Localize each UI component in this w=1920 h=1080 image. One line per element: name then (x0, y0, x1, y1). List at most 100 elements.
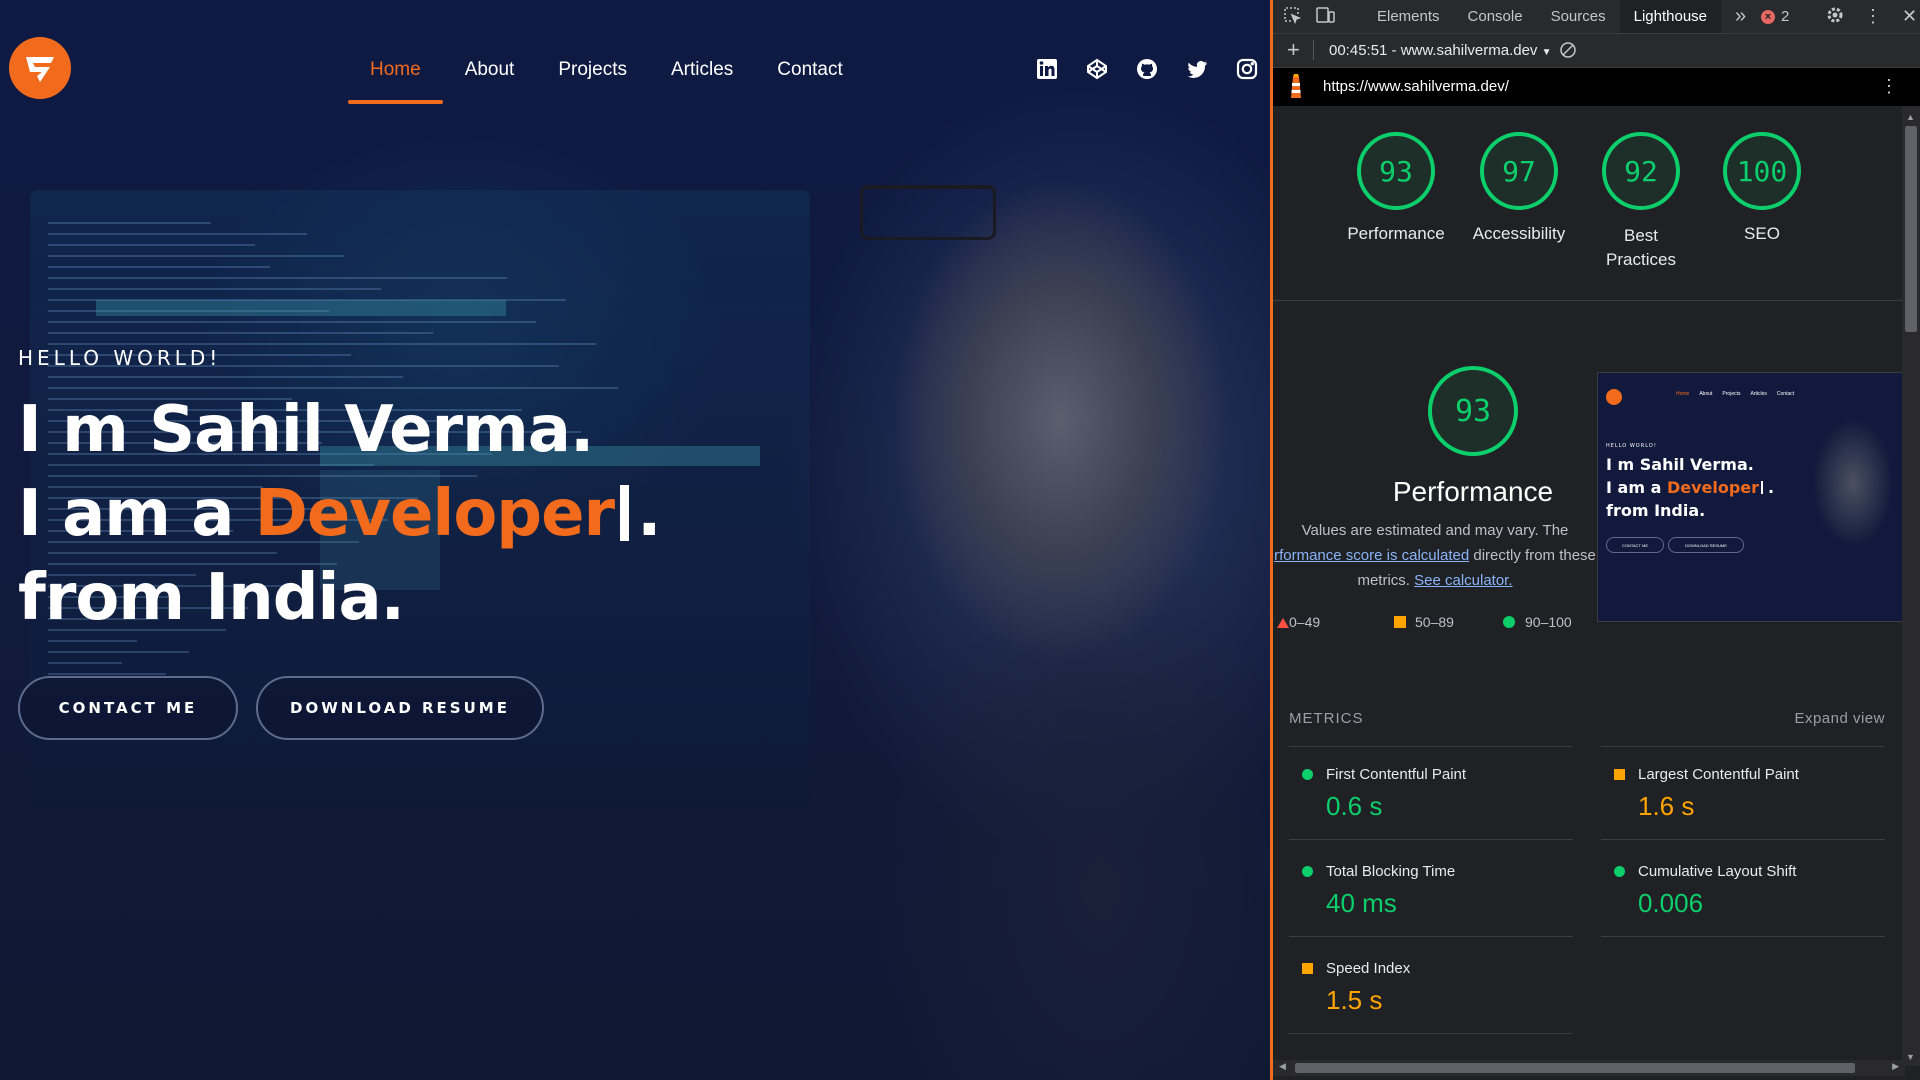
site-logo[interactable] (9, 37, 71, 99)
tab-console[interactable]: Console (1454, 0, 1537, 33)
gauge-best-practices[interactable]: 92 Best Practices (1591, 132, 1691, 272)
nav-contact[interactable]: Contact (755, 58, 864, 104)
legend-average: 50–89 (1415, 614, 1454, 630)
more-options-icon[interactable]: ⋮ (1864, 6, 1882, 27)
scrollbar-thumb[interactable] (1295, 1063, 1855, 1073)
inspect-element-icon[interactable] (1283, 6, 1302, 28)
thumb-nav-item: About (1699, 391, 1713, 397)
thumb-nav-item: Contact (1776, 391, 1795, 397)
metric-total-blocking-time: Total Blocking Time 40 ms (1289, 863, 1573, 937)
code-highlight (96, 300, 506, 316)
performance-description: Values are estimated and may vary. The r… (1273, 518, 1597, 593)
thumb-logo (1606, 389, 1622, 405)
hero-line-name: I m Sahil Verma. (18, 393, 594, 467)
scroll-up-icon[interactable]: ▲ (1906, 112, 1915, 122)
thumb-nav: Home About Projects Articles Contact (1676, 391, 1794, 397)
thumb-button: CONTACT ME (1606, 537, 1664, 553)
more-tabs-icon[interactable]: » (1721, 0, 1760, 33)
hero-photo-glasses (860, 185, 996, 240)
performance-detail: 93 Performance (1373, 366, 1573, 508)
pass-status-icon (1302, 866, 1313, 877)
thumb-accent: Developer (1666, 478, 1760, 497)
thumb-cursor (1761, 481, 1764, 494)
score-ring: 93 (1357, 132, 1435, 210)
legend-fail: 0–49 (1289, 614, 1321, 630)
legend-average-icon (1394, 616, 1406, 628)
metric-cumulative-layout-shift: Cumulative Layout Shift 0.006 (1601, 863, 1885, 937)
settings-gear-icon[interactable] (1826, 6, 1844, 28)
legend-pass-icon (1503, 616, 1515, 628)
performance-title: Performance (1392, 476, 1554, 507)
horizontal-scrollbar[interactable]: ◀ ▶ (1273, 1060, 1905, 1076)
scroll-right-icon[interactable]: ▶ (1892, 1061, 1899, 1072)
gauge-label: Performance (1347, 224, 1445, 243)
device-toolbar-icon[interactable] (1315, 6, 1335, 28)
score-ring: 92 (1602, 132, 1680, 210)
metric-first-contentful-paint: First Contentful Paint 0.6 s (1289, 766, 1573, 840)
score-calculated-link[interactable]: rformance score is calculated (1274, 547, 1469, 564)
description-line: metrics. (1357, 572, 1415, 589)
legend-pass: 90–100 (1525, 614, 1572, 630)
nav-articles[interactable]: Articles (649, 58, 755, 104)
codepen-icon[interactable] (1085, 57, 1109, 81)
divider (1289, 746, 1573, 747)
average-status-icon (1302, 963, 1313, 974)
divider (1273, 300, 1905, 301)
scrollbar-thumb[interactable] (1905, 126, 1917, 332)
vertical-scrollbar[interactable]: ▲ ▼ (1902, 106, 1920, 1066)
average-status-icon (1614, 769, 1625, 780)
close-icon[interactable]: ✕ (1902, 6, 1917, 27)
gauge-label: Best Practices (1606, 226, 1676, 269)
contact-me-button[interactable]: CONTACT ME (18, 676, 238, 740)
twitter-icon[interactable] (1185, 57, 1209, 81)
lighthouse-report: 93 Performance 97 Accessibility 92 Best … (1273, 106, 1905, 1066)
scroll-down-icon[interactable]: ▼ (1906, 1052, 1915, 1062)
thumb-nav-item: Projects (1722, 391, 1741, 397)
tab-elements[interactable]: Elements (1363, 0, 1454, 33)
tab-lighthouse[interactable]: Lighthouse (1619, 0, 1722, 33)
metric-value: 1.6 s (1638, 791, 1695, 821)
gauge-performance[interactable]: 93 Performance (1341, 132, 1451, 244)
gauge-accessibility[interactable]: 97 Accessibility (1454, 132, 1584, 244)
metrics-title: METRICS (1289, 710, 1364, 727)
hero-role-prefix: I am a (18, 477, 255, 551)
gauge-seo[interactable]: 100 SEO (1712, 132, 1812, 244)
score-ring: 97 (1480, 132, 1558, 210)
nav-about[interactable]: About (443, 58, 537, 104)
metric-value: 0.6 s (1326, 791, 1383, 821)
website-viewport: Home About Projects Articles Contact HEL… (0, 0, 1270, 1080)
page-screenshot-thumbnail[interactable]: Home About Projects Articles Contact HEL… (1597, 372, 1903, 622)
see-calculator-link[interactable]: See calculator. (1414, 572, 1512, 589)
description-line: directly from these (1469, 547, 1596, 564)
legend-fail-icon (1277, 618, 1289, 628)
hero-role-suffix: . (637, 477, 661, 551)
nav-home[interactable]: Home (348, 58, 443, 104)
new-report-icon[interactable]: + (1287, 37, 1300, 63)
scroll-left-icon[interactable]: ◀ (1279, 1061, 1286, 1072)
gauge-label: SEO (1744, 224, 1780, 243)
clear-reports-icon[interactable] (1559, 41, 1577, 63)
metrics-header: METRICS Expand view (1289, 710, 1885, 728)
url-more-icon[interactable]: ⋮ (1880, 76, 1898, 97)
lighthouse-toolbar: + 00:45:51 - www.sahilverma.dev ▼ (1273, 34, 1920, 68)
metric-largest-contentful-paint: Largest Contentful Paint 1.6 s (1601, 766, 1885, 840)
error-counter[interactable]: × 2 (1761, 0, 1789, 33)
report-selector[interactable]: 00:45:51 - www.sahilverma.dev ▼ (1329, 42, 1552, 59)
chevron-down-icon: ▼ (1541, 47, 1552, 58)
thumb-line: I m Sahil Verma. (1606, 455, 1754, 474)
nav-projects[interactable]: Projects (536, 58, 649, 104)
error-count: 2 (1781, 8, 1790, 25)
thumb-line: . (1768, 478, 1775, 497)
score-ring: 100 (1723, 132, 1801, 210)
tab-sources[interactable]: Sources (1537, 0, 1620, 33)
hero-role-typed: Developer (254, 477, 615, 551)
report-url-bar: https://www.sahilverma.dev/ ⋮ (1273, 68, 1920, 106)
report-url-link[interactable]: https://www.sahilverma.dev/ (1323, 78, 1509, 95)
instagram-icon[interactable] (1235, 57, 1259, 81)
github-icon[interactable] (1135, 57, 1159, 81)
download-resume-button[interactable]: DOWNLOAD RESUME (256, 676, 544, 740)
expand-view-toggle[interactable]: Expand view (1794, 710, 1885, 727)
metric-value: 1.5 s (1326, 985, 1383, 1015)
linkedin-icon[interactable] (1035, 57, 1059, 81)
pass-status-icon (1614, 866, 1625, 877)
